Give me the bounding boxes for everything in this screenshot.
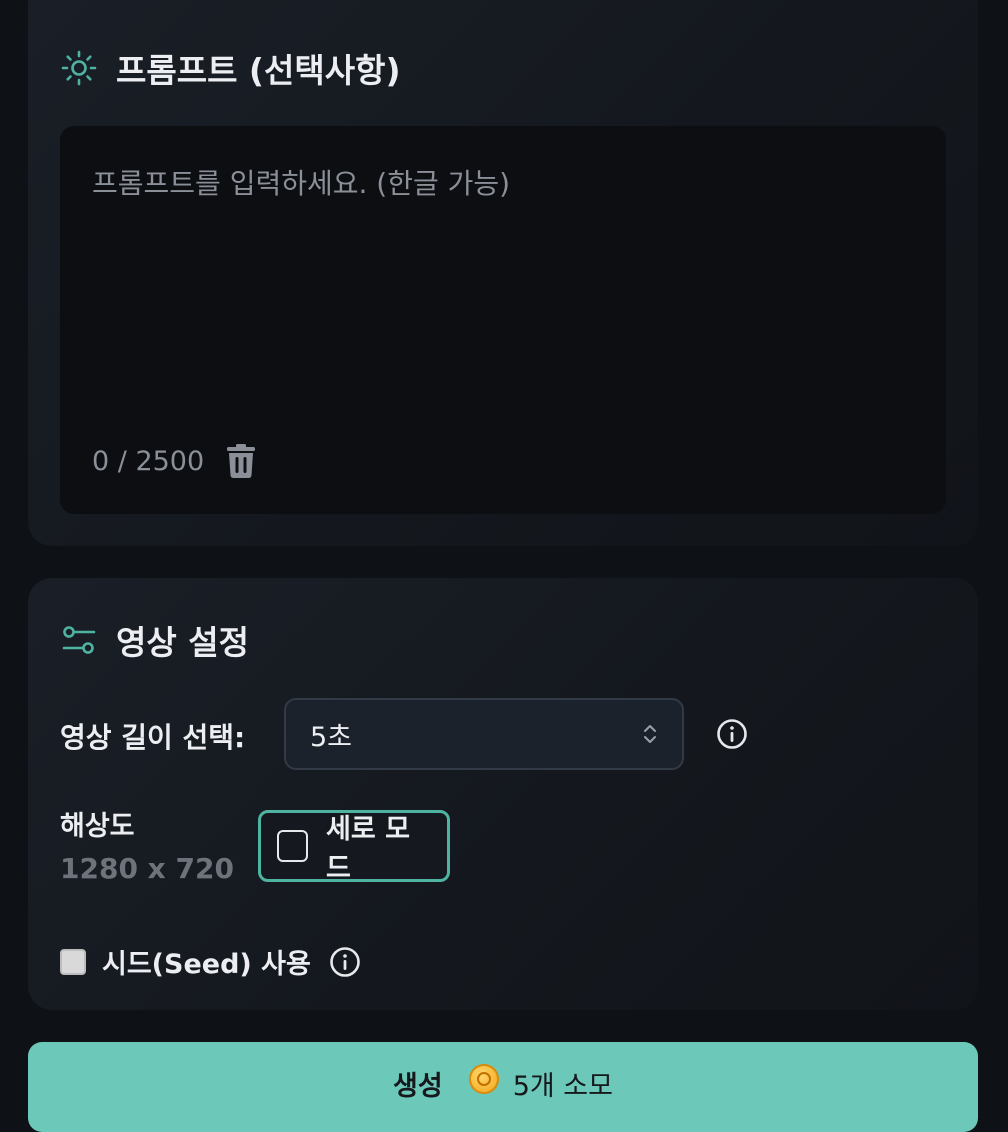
settings-title: 영상 설정 — [116, 623, 249, 662]
prompt-title: 프롬프트 (선택사항) — [116, 51, 401, 90]
prompt-footer: 0 / 2500 — [92, 444, 256, 478]
coin-icon — [468, 1064, 499, 1094]
prompt-card: 프롬프트 (선택사항) 0 / 2500 — [28, 0, 978, 546]
settings-section-header: 영상 설정 — [60, 616, 249, 664]
info-icon — [717, 719, 747, 749]
seed-info-button[interactable] — [329, 946, 361, 978]
resolution-label: 해상도 — [60, 811, 135, 842]
trash-icon — [227, 444, 256, 478]
resolution-value: 1280 x 720 — [60, 852, 234, 885]
duration-value: 5초 — [310, 721, 353, 753]
portrait-mode-checkbox[interactable] — [277, 830, 309, 862]
seed-row: 시드(Seed) 사용 — [60, 942, 361, 981]
clear-prompt-button[interactable] — [226, 444, 256, 478]
generate-button[interactable]: 생성 5개 소모 — [28, 1042, 978, 1132]
generate-cost: 5개 소모 — [512, 1071, 613, 1102]
sun-icon — [61, 50, 97, 86]
prompt-textarea-container: 0 / 2500 — [60, 126, 946, 514]
video-settings-card: 영상 설정 영상 길이 선택: 5초 해상도 1280 x 720 세로 모드 … — [28, 578, 978, 1010]
duration-select[interactable]: 5초 — [284, 698, 684, 770]
char-counter: 0 / 2500 — [92, 445, 205, 477]
portrait-mode-label: 세로 모드 — [326, 814, 410, 884]
prompt-section-header: 프롬프트 (선택사항) — [60, 44, 401, 92]
info-icon — [330, 946, 360, 977]
seed-checkbox[interactable] — [60, 948, 86, 975]
prompt-input[interactable] — [60, 126, 946, 426]
sliders-icon — [62, 626, 96, 654]
generate-label: 생성 — [393, 1071, 443, 1102]
seed-label: 시드(Seed) 사용 — [102, 949, 311, 980]
duration-info-button[interactable] — [716, 718, 748, 750]
duration-label: 영상 길이 선택: — [60, 721, 246, 754]
portrait-mode-toggle[interactable]: 세로 모드 — [258, 810, 450, 884]
chevron-updown-icon — [644, 725, 656, 743]
